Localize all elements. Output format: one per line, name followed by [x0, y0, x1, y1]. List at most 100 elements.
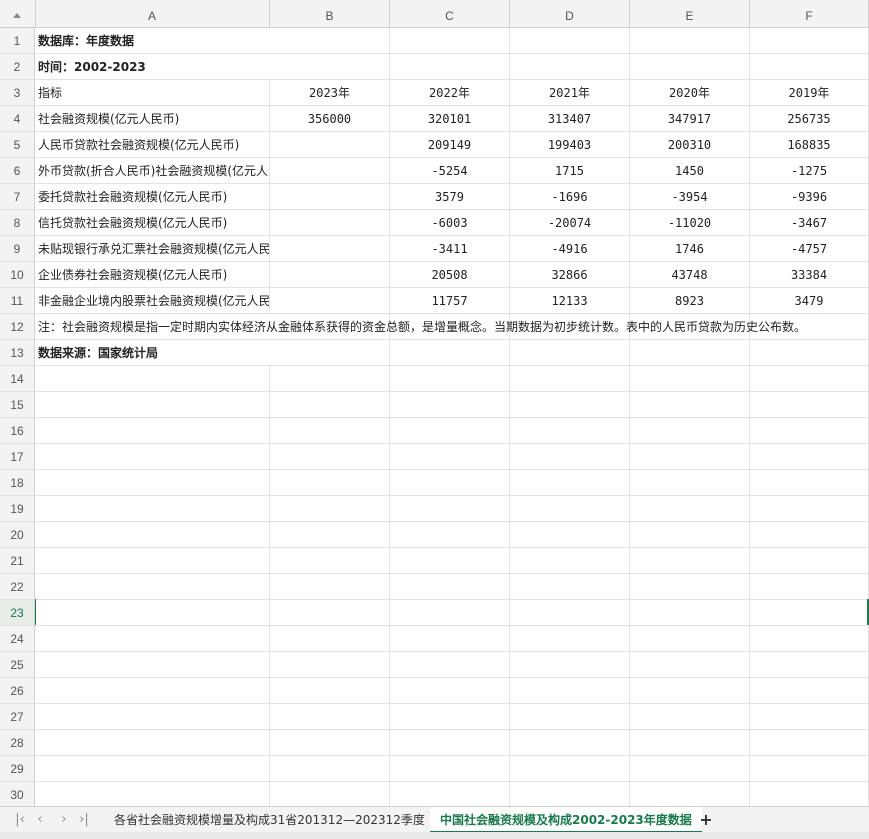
cell-f[interactable] [750, 730, 869, 756]
cell-e[interactable] [630, 782, 750, 806]
cell-e[interactable]: 1450 [630, 158, 750, 184]
cell-a[interactable] [35, 756, 270, 782]
cell-d[interactable] [510, 366, 630, 392]
cell-b[interactable] [270, 704, 390, 730]
cell-a[interactable] [35, 392, 270, 418]
cell-e[interactable] [630, 652, 750, 678]
cell-c[interactable] [390, 522, 510, 548]
cell-f[interactable] [750, 574, 869, 600]
row-header[interactable]: 23 [0, 600, 35, 626]
cell-c[interactable]: 209149 [390, 132, 510, 158]
cell-d[interactable]: -1696 [510, 184, 630, 210]
cell-c[interactable] [390, 470, 510, 496]
cell-f[interactable]: -4757 [750, 236, 869, 262]
cell-b[interactable] [270, 496, 390, 522]
cell-e[interactable]: 1746 [630, 236, 750, 262]
cell-c[interactable]: 320101 [390, 106, 510, 132]
column-header-c[interactable]: C [390, 0, 510, 27]
cell-b[interactable] [270, 652, 390, 678]
cell-a[interactable] [35, 470, 270, 496]
cell-d[interactable] [510, 626, 630, 652]
cell-c[interactable]: -5254 [390, 158, 510, 184]
cell-b[interactable] [270, 418, 390, 444]
cell-c[interactable] [390, 366, 510, 392]
cell-a[interactable]: 非金融企业境内股票社会融资规模(亿元人民币) [35, 288, 270, 314]
row-header[interactable]: 18 [0, 470, 35, 496]
row-header[interactable]: 13 [0, 340, 35, 366]
cell-d[interactable] [510, 782, 630, 806]
first-sheet-icon[interactable]: |‹ [12, 811, 28, 829]
cell-d[interactable] [510, 548, 630, 574]
cell-f[interactable] [750, 600, 869, 626]
cell-f[interactable]: 256735 [750, 106, 869, 132]
sheet-tab-provinces[interactable]: 各省社会融资规模增量及构成31省201312—202312季度 [104, 807, 435, 833]
row-header[interactable]: 12 [0, 314, 35, 340]
spreadsheet-grid[interactable]: A B C D E F 1 2 3 4 5 6 7 8 9 10 11 12 13 14 15 16 17 18 1… [0, 0, 869, 806]
row-header[interactable]: 9 [0, 236, 35, 262]
row-header[interactable]: 29 [0, 756, 35, 782]
cell-a[interactable]: 数据库：年度数据 [35, 28, 869, 54]
cell-d[interactable] [510, 418, 630, 444]
cell-b[interactable]: 2023年 [270, 80, 390, 106]
row-header[interactable]: 10 [0, 262, 35, 288]
cell-d[interactable] [510, 704, 630, 730]
cell-a[interactable]: 数据来源：国家统计局 [35, 340, 869, 366]
column-header-b[interactable]: B [270, 0, 390, 27]
cell-f[interactable] [750, 704, 869, 730]
cell-e[interactable]: 2020年 [630, 80, 750, 106]
cell-a[interactable]: 信托贷款社会融资规模(亿元人民币) [35, 210, 270, 236]
cell-d[interactable] [510, 522, 630, 548]
row-header[interactable]: 28 [0, 730, 35, 756]
cell-b[interactable] [270, 262, 390, 288]
cell-d[interactable] [510, 678, 630, 704]
row-header[interactable]: 15 [0, 392, 35, 418]
cell-d[interactable] [510, 730, 630, 756]
row-header[interactable]: 27 [0, 704, 35, 730]
cell-e[interactable] [630, 366, 750, 392]
cell-f[interactable]: 2019年 [750, 80, 869, 106]
sheet-tab-annual[interactable]: 中国社会融资规模及构成2002-2023年度数据 [430, 807, 702, 833]
cell-c[interactable] [390, 574, 510, 600]
cell-f[interactable] [750, 444, 869, 470]
column-header-d[interactable]: D [510, 0, 630, 27]
cell-b[interactable] [270, 574, 390, 600]
cell-b[interactable]: 356000 [270, 106, 390, 132]
cell-b[interactable] [270, 548, 390, 574]
cell-f[interactable] [750, 678, 869, 704]
cell-e[interactable] [630, 470, 750, 496]
row-header[interactable]: 22 [0, 574, 35, 600]
cell-f[interactable]: 3479 [750, 288, 869, 314]
cell-f[interactable] [750, 366, 869, 392]
cell-b[interactable] [270, 288, 390, 314]
cell-d[interactable]: 199403 [510, 132, 630, 158]
cell-d[interactable]: -4916 [510, 236, 630, 262]
cell-e[interactable]: -11020 [630, 210, 750, 236]
row-header[interactable]: 14 [0, 366, 35, 392]
row-header[interactable]: 17 [0, 444, 35, 470]
cell-f[interactable] [750, 626, 869, 652]
cell-b[interactable] [270, 132, 390, 158]
cell-a[interactable] [35, 652, 270, 678]
cell-e[interactable] [630, 418, 750, 444]
cell-f[interactable] [750, 496, 869, 522]
cell-d[interactable] [510, 392, 630, 418]
cell-e[interactable] [630, 678, 750, 704]
cell-b[interactable] [270, 522, 390, 548]
cell-c[interactable]: 2022年 [390, 80, 510, 106]
cell-c[interactable] [390, 678, 510, 704]
cell-e[interactable]: 8923 [630, 288, 750, 314]
cell-f[interactable] [750, 652, 869, 678]
cell-e[interactable] [630, 600, 750, 626]
cell-f[interactable] [750, 756, 869, 782]
cell-c[interactable]: 11757 [390, 288, 510, 314]
cell-b[interactable] [270, 392, 390, 418]
cell-a[interactable] [35, 548, 270, 574]
cell-d[interactable]: 313407 [510, 106, 630, 132]
cell-b[interactable] [270, 470, 390, 496]
row-header[interactable]: 16 [0, 418, 35, 444]
cell-d[interactable] [510, 652, 630, 678]
cell-f[interactable]: -1275 [750, 158, 869, 184]
cell-a[interactable]: 委托贷款社会融资规模(亿元人民币) [35, 184, 270, 210]
cell-a[interactable] [35, 704, 270, 730]
cell-e[interactable] [630, 756, 750, 782]
